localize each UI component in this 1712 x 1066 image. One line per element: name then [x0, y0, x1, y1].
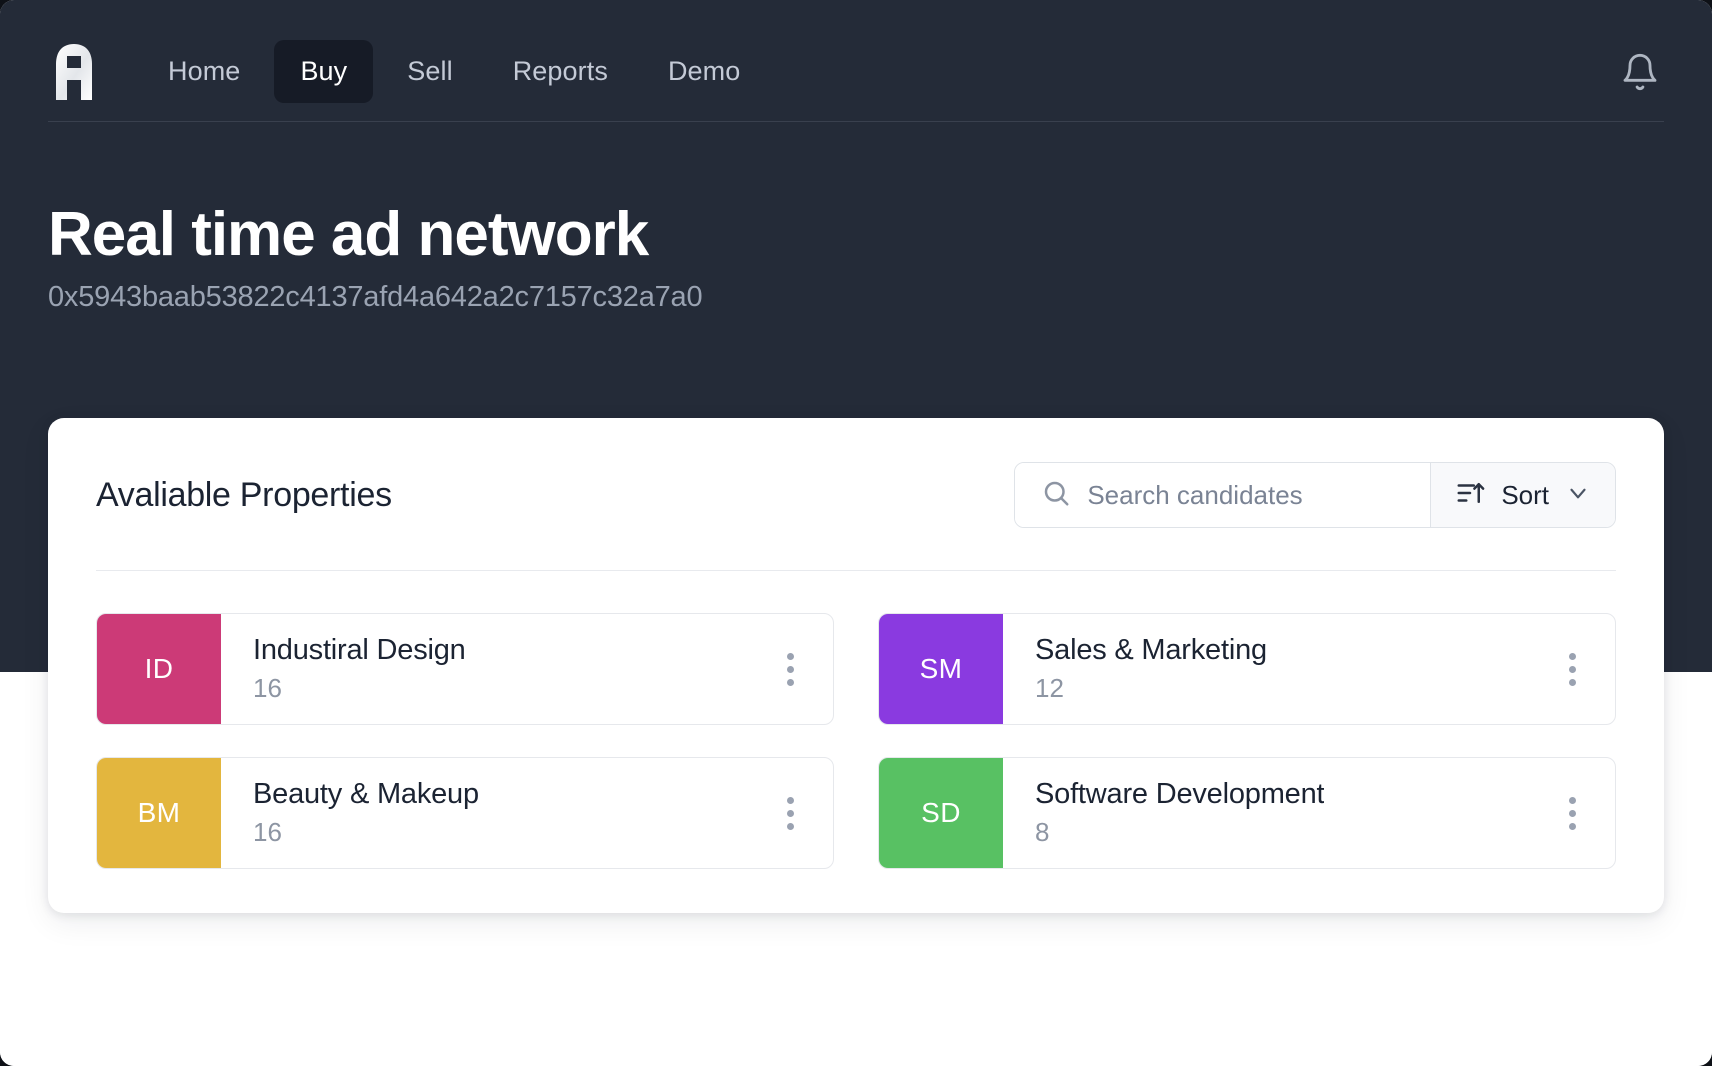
search-icon	[1041, 478, 1071, 513]
nav-link-label: Reports	[512, 56, 608, 86]
chevron-down-icon	[1565, 480, 1591, 511]
search-and-sort-group: Sort	[1014, 462, 1616, 528]
property-card[interactable]: BM Beauty & Makeup 16	[96, 757, 834, 869]
property-body: Industiral Design 16	[221, 614, 833, 724]
page-title: Real time ad network	[48, 200, 649, 269]
more-options-icon[interactable]	[773, 647, 807, 691]
nav-link-label: Buy	[300, 56, 348, 86]
panel-title: Avaliable Properties	[96, 475, 392, 514]
property-count: 16	[253, 817, 282, 847]
nav-link-buy[interactable]: Buy	[274, 40, 374, 103]
property-name: Beauty & Makeup	[253, 778, 479, 810]
app-viewport: Home Buy Sell Reports Demo Real time ad …	[0, 0, 1712, 1066]
more-options-icon[interactable]	[1555, 647, 1589, 691]
property-card[interactable]: ID Industiral Design 16	[96, 613, 834, 725]
more-options-icon[interactable]	[773, 791, 807, 835]
nav-link-label: Home	[168, 56, 241, 86]
property-badge: SM	[879, 614, 1003, 724]
nav-link-sell[interactable]: Sell	[381, 40, 478, 103]
sort-ascending-icon	[1455, 478, 1485, 513]
property-card[interactable]: SD Software Development 8	[878, 757, 1616, 869]
property-name: Sales & Marketing	[1035, 634, 1267, 666]
property-texts: Software Development 8	[1035, 778, 1324, 848]
search-input[interactable]	[1087, 479, 1409, 511]
more-options-icon[interactable]	[1555, 791, 1589, 835]
properties-grid: ID Industiral Design 16 SM Sales & Marke…	[96, 613, 1616, 869]
contract-address: 0x5943baab53822c4137afd4a642a2c7157c32a7…	[48, 281, 703, 314]
search-box[interactable]	[1015, 463, 1431, 527]
property-name: Software Development	[1035, 778, 1325, 810]
property-badge: BM	[97, 758, 221, 868]
panel-header: Avaliable Properties Search candidates S…	[96, 462, 1616, 571]
property-count: 16	[253, 673, 282, 703]
property-body: Beauty & Makeup 16	[221, 758, 833, 868]
sort-label: Sort	[1501, 479, 1549, 510]
property-body: Software Development 8	[1003, 758, 1615, 868]
property-badge: SD	[879, 758, 1003, 868]
app-logo-a-icon[interactable]	[48, 42, 100, 102]
property-body: Sales & Marketing 12	[1003, 614, 1615, 724]
property-count: 8	[1035, 817, 1050, 847]
property-texts: Sales & Marketing 12	[1035, 634, 1267, 704]
bell-icon[interactable]	[1616, 48, 1664, 96]
property-count: 12	[1035, 673, 1064, 703]
hero-text: Real time ad network 0x5943baab53822c413…	[48, 200, 703, 314]
property-name: Industiral Design	[253, 634, 466, 666]
top-navbar: Home Buy Sell Reports Demo	[48, 22, 1664, 122]
sort-dropdown[interactable]: Sort	[1430, 463, 1615, 527]
nav-link-demo[interactable]: Demo	[642, 40, 766, 103]
property-texts: Industiral Design 16	[253, 634, 466, 704]
nav-links: Home Buy Sell Reports Demo	[142, 40, 766, 103]
property-texts: Beauty & Makeup 16	[253, 778, 479, 848]
nav-link-reports[interactable]: Reports	[487, 40, 634, 103]
nav-link-label: Sell	[407, 56, 453, 86]
nav-link-label: Demo	[667, 56, 741, 86]
properties-panel: Avaliable Properties Search candidates S…	[48, 418, 1664, 913]
property-badge: ID	[97, 614, 221, 724]
property-card[interactable]: SM Sales & Marketing 12	[878, 613, 1616, 725]
nav-link-home[interactable]: Home	[142, 40, 266, 103]
